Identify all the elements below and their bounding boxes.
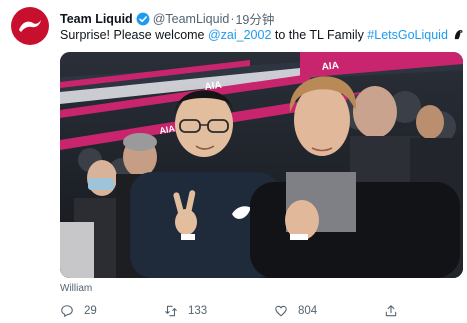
retweet-count: 133 [188,305,208,317]
liquid-horse-emoji-icon [455,29,463,40]
mention-link[interactable]: @zai_2002 [208,28,271,42]
heart-icon [275,305,287,317]
tweet-text: Surprise! Please welcome @zai_2002 to th… [60,28,464,42]
tweet-timestamp[interactable]: 19分钟 [235,9,274,28]
author-handle[interactable]: @TeamLiquid [153,12,230,26]
avatar[interactable] [11,7,49,45]
reply-button[interactable]: 29 [60,304,97,318]
retweet-button[interactable]: 133 [164,304,207,318]
header-separator: · [230,11,235,26]
tweet-text-part: Surprise! Please welcome [60,28,208,42]
like-count: 804 [298,305,318,317]
team-liquid-logo-icon [19,20,41,32]
reply-count: 29 [84,305,97,317]
photo-caption[interactable]: William [60,283,92,294]
hashtag-link[interactable]: #LetsGoLiquid [367,28,448,42]
tweet-photo[interactable]: AIA AIA AIA [60,52,463,278]
like-button[interactable]: 804 [274,304,317,318]
retweet-icon [165,305,177,317]
tweet-actions: 29 133 804 [60,304,420,322]
banner-text: AIA [321,60,339,73]
tweet-text-part: to the TL Family [271,28,368,42]
author-name[interactable]: Team Liquid [60,12,133,26]
tweet-header: Team Liquid @TeamLiquid · 19分钟 [60,9,274,28]
stadium-photo: AIA AIA AIA [60,52,463,278]
share-icon [385,305,397,317]
verified-badge-icon [136,12,150,25]
reply-icon [61,305,73,318]
share-button[interactable] [384,304,408,318]
